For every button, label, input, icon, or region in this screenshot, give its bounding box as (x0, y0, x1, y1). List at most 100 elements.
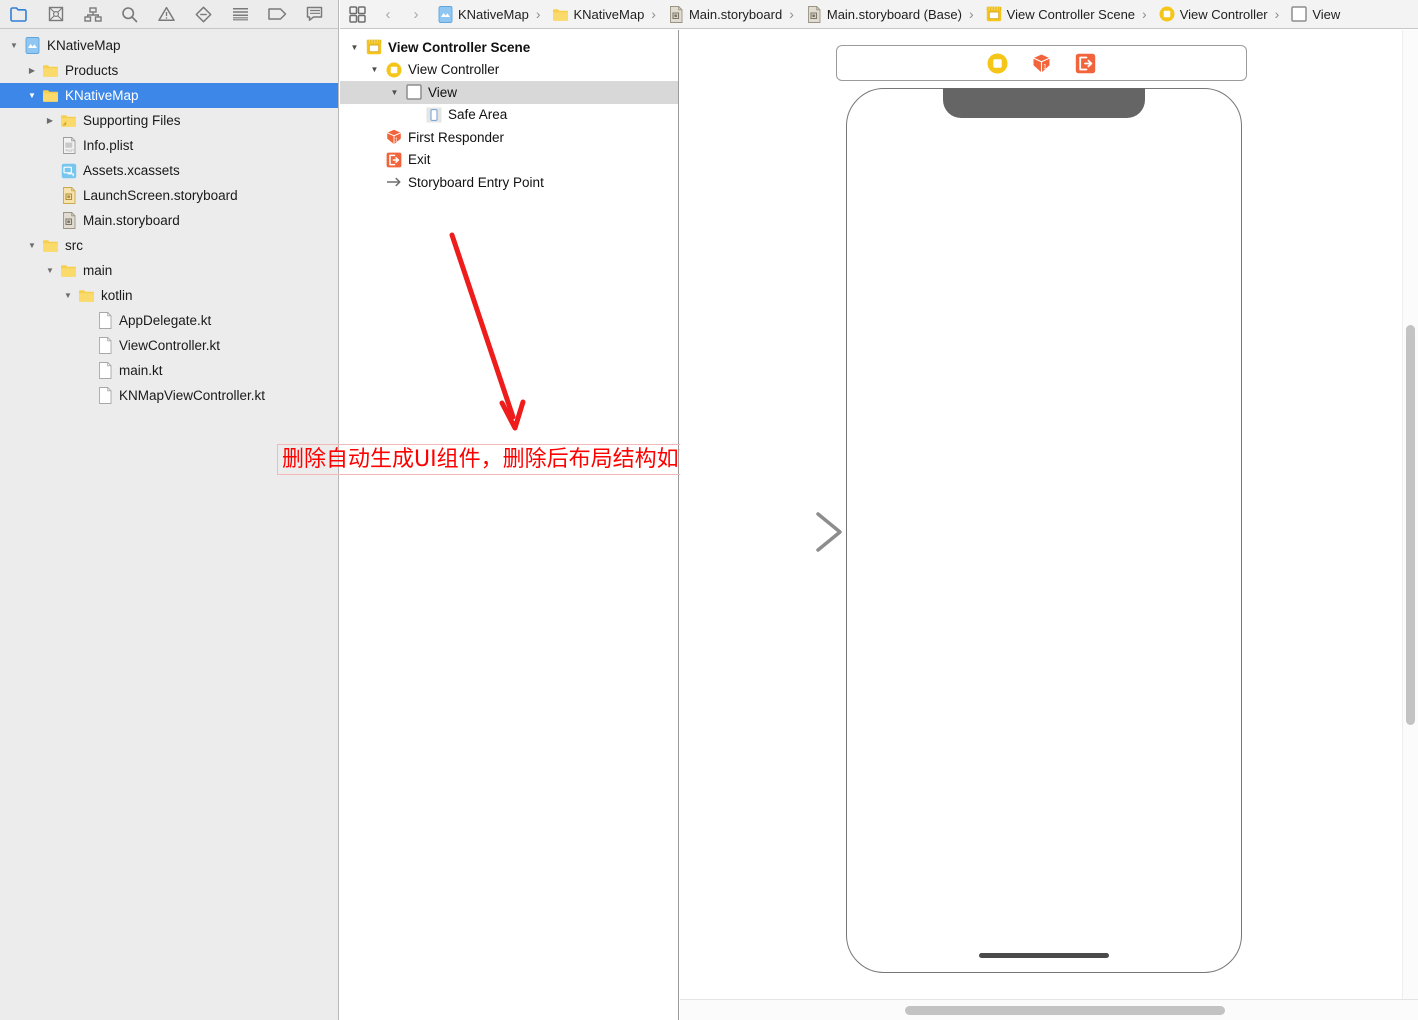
file-tree-row[interactable]: ViewController.kt (0, 333, 338, 358)
outline-row[interactable]: View Controller Scene (340, 36, 678, 59)
breadcrumb-item-label: View (1312, 6, 1341, 22)
disclosure-triangle[interactable] (78, 333, 94, 358)
outline-row[interactable]: Safe Area (340, 104, 678, 127)
outline-row[interactable]: 1 First Responder (340, 126, 678, 149)
scene-dock[interactable]: 1 (836, 45, 1247, 81)
file-tree-row[interactable]: PLIST Info.plist (0, 133, 338, 158)
view-icon (403, 84, 425, 100)
disclosure-triangle[interactable] (42, 108, 58, 133)
breadcrumb-item[interactable]: View (1284, 6, 1340, 22)
exit-icon[interactable] (1075, 52, 1097, 74)
find-navigator-icon[interactable] (111, 0, 148, 29)
device-canvas-view[interactable] (846, 88, 1242, 973)
outline-row-label: View Controller Scene (388, 39, 531, 55)
file-tree-row[interactable]: Products (0, 58, 338, 83)
breadcrumb-item-label: KNativeMap (573, 6, 645, 22)
issue-navigator-icon[interactable] (148, 0, 185, 29)
disclosure-triangle[interactable] (78, 383, 94, 408)
test-navigator-icon[interactable] (185, 0, 222, 29)
outline-row[interactable]: View (340, 81, 678, 104)
breadcrumb-item[interactable]: KNativeMap (430, 5, 529, 23)
file-tree-row[interactable]: Supporting Files (0, 108, 338, 133)
breakpoint-navigator-icon[interactable] (259, 0, 296, 29)
disclosure-triangle[interactable] (366, 65, 383, 74)
back-button[interactable]: ‹ (374, 0, 402, 28)
file-tree-row-label: KNativeMap (47, 38, 121, 53)
breadcrumb-separator: › (968, 6, 974, 22)
outline-row[interactable]: Storyboard Entry Point (340, 171, 678, 194)
disclosure-triangle[interactable] (24, 233, 40, 258)
breadcrumb-item[interactable]: Main.storyboard (Base) (799, 5, 962, 23)
file-tree[interactable]: KNativeMap Products KNativeMap Supporting F… (0, 30, 338, 1020)
disclosure-triangle[interactable] (42, 258, 58, 283)
file-tree-row[interactable]: AppDelegate.kt (0, 308, 338, 333)
outline-row-label: View Controller (408, 62, 500, 78)
disclosure-triangle[interactable] (78, 358, 94, 383)
file-tree-row[interactable]: KNativeMap (0, 33, 338, 58)
disclosure-triangle[interactable] (42, 208, 58, 233)
file-tree-row[interactable]: src (0, 233, 338, 258)
storyboard-canvas[interactable]: 1 (680, 30, 1418, 1020)
file-tree-row[interactable]: Assets.xcassets (0, 158, 338, 183)
outline-row[interactable]: View Controller (340, 59, 678, 82)
file-tree-row[interactable]: KNMapViewController.kt (0, 383, 338, 408)
disclosure-triangle[interactable] (386, 88, 403, 97)
disclosure-triangle[interactable] (42, 133, 58, 158)
storyboard-file-gray-icon (666, 5, 686, 23)
outline-row[interactable]: Exit (340, 149, 678, 172)
forward-button[interactable]: › (402, 0, 430, 28)
canvas-vertical-scrollbar-thumb[interactable] (1406, 325, 1415, 725)
disclosure-triangle[interactable] (78, 308, 94, 333)
file-tree-row[interactable]: Main.storyboard (0, 208, 338, 233)
canvas-horizontal-scrollbar-thumb[interactable] (905, 1006, 1225, 1015)
xcode-window: KNativeMap Products KNativeMap Supporting F… (0, 0, 1418, 1020)
debug-navigator-icon[interactable] (222, 0, 259, 29)
breadcrumb-item-label: Main.storyboard (Base) (826, 6, 962, 22)
disclosure-triangle[interactable] (6, 33, 22, 58)
file-tree-row[interactable]: main.kt (0, 358, 338, 383)
disclosure-triangle[interactable] (24, 83, 40, 108)
file-tree-row-label: LaunchScreen.storyboard (83, 188, 238, 203)
generic-file-icon (94, 312, 115, 329)
first-responder-icon[interactable]: 1 (1031, 52, 1053, 74)
scene-icon-icon (984, 6, 1004, 22)
view-controller-icon[interactable] (987, 52, 1009, 74)
storyboard-entry-point-arrow-icon (706, 512, 842, 552)
breadcrumb-item[interactable]: View Controller Scene (979, 6, 1135, 22)
file-tree-row[interactable]: KNativeMap (0, 83, 338, 108)
document-outline-panel: View Controller Scene View Controller View… (340, 30, 968, 1020)
file-tree-row[interactable]: main (0, 258, 338, 283)
outline-row-label: Storyboard Entry Point (408, 174, 544, 190)
canvas-vertical-scrollbar-track[interactable] (1402, 30, 1418, 1020)
svg-text:PLIST: PLIST (65, 149, 74, 153)
svg-text:1: 1 (395, 138, 398, 144)
breadcrumb-item[interactable]: KNativeMap (545, 7, 644, 22)
disclosure-triangle[interactable] (60, 283, 76, 308)
storyboard-file-gray-icon (804, 5, 824, 23)
source-control-navigator-icon[interactable] (37, 0, 74, 29)
disclosure-triangle[interactable] (42, 158, 58, 183)
breadcrumb-item[interactable]: View Controller (1152, 6, 1268, 22)
jump-bar: ‹ › KNativeMap › KNativeMap › Main.storyboar… (340, 0, 1418, 29)
disclosure-triangle[interactable] (346, 43, 363, 52)
file-tree-row[interactable]: LaunchScreen.storyboard (0, 183, 338, 208)
disclosure-triangle[interactable] (24, 58, 40, 83)
canvas-horizontal-scrollbar-track[interactable] (680, 999, 1418, 1020)
breadcrumb-item-label: KNativeMap (458, 6, 529, 22)
folder-yellow-icon (58, 263, 79, 278)
generic-file-icon (94, 337, 115, 354)
report-navigator-icon[interactable] (296, 0, 333, 29)
document-outline-tree[interactable]: View Controller Scene View Controller View… (340, 30, 678, 194)
file-tree-row[interactable]: kotlin (0, 283, 338, 308)
file-tree-row-label: Main.storyboard (83, 213, 180, 228)
related-items-icon[interactable] (340, 5, 374, 23)
symbol-navigator-icon[interactable] (74, 0, 111, 29)
file-tree-row-label: Supporting Files (83, 113, 181, 128)
file-tree-row-label: AppDelegate.kt (119, 313, 212, 328)
project-navigator-icon[interactable] (0, 0, 37, 29)
file-tree-row-label: Assets.xcassets (83, 163, 180, 178)
breadcrumb-item[interactable]: Main.storyboard (661, 5, 782, 23)
disclosure-triangle[interactable] (42, 183, 58, 208)
outline-row-label: Safe Area (448, 107, 508, 123)
breadcrumb-separator: › (1274, 6, 1280, 22)
